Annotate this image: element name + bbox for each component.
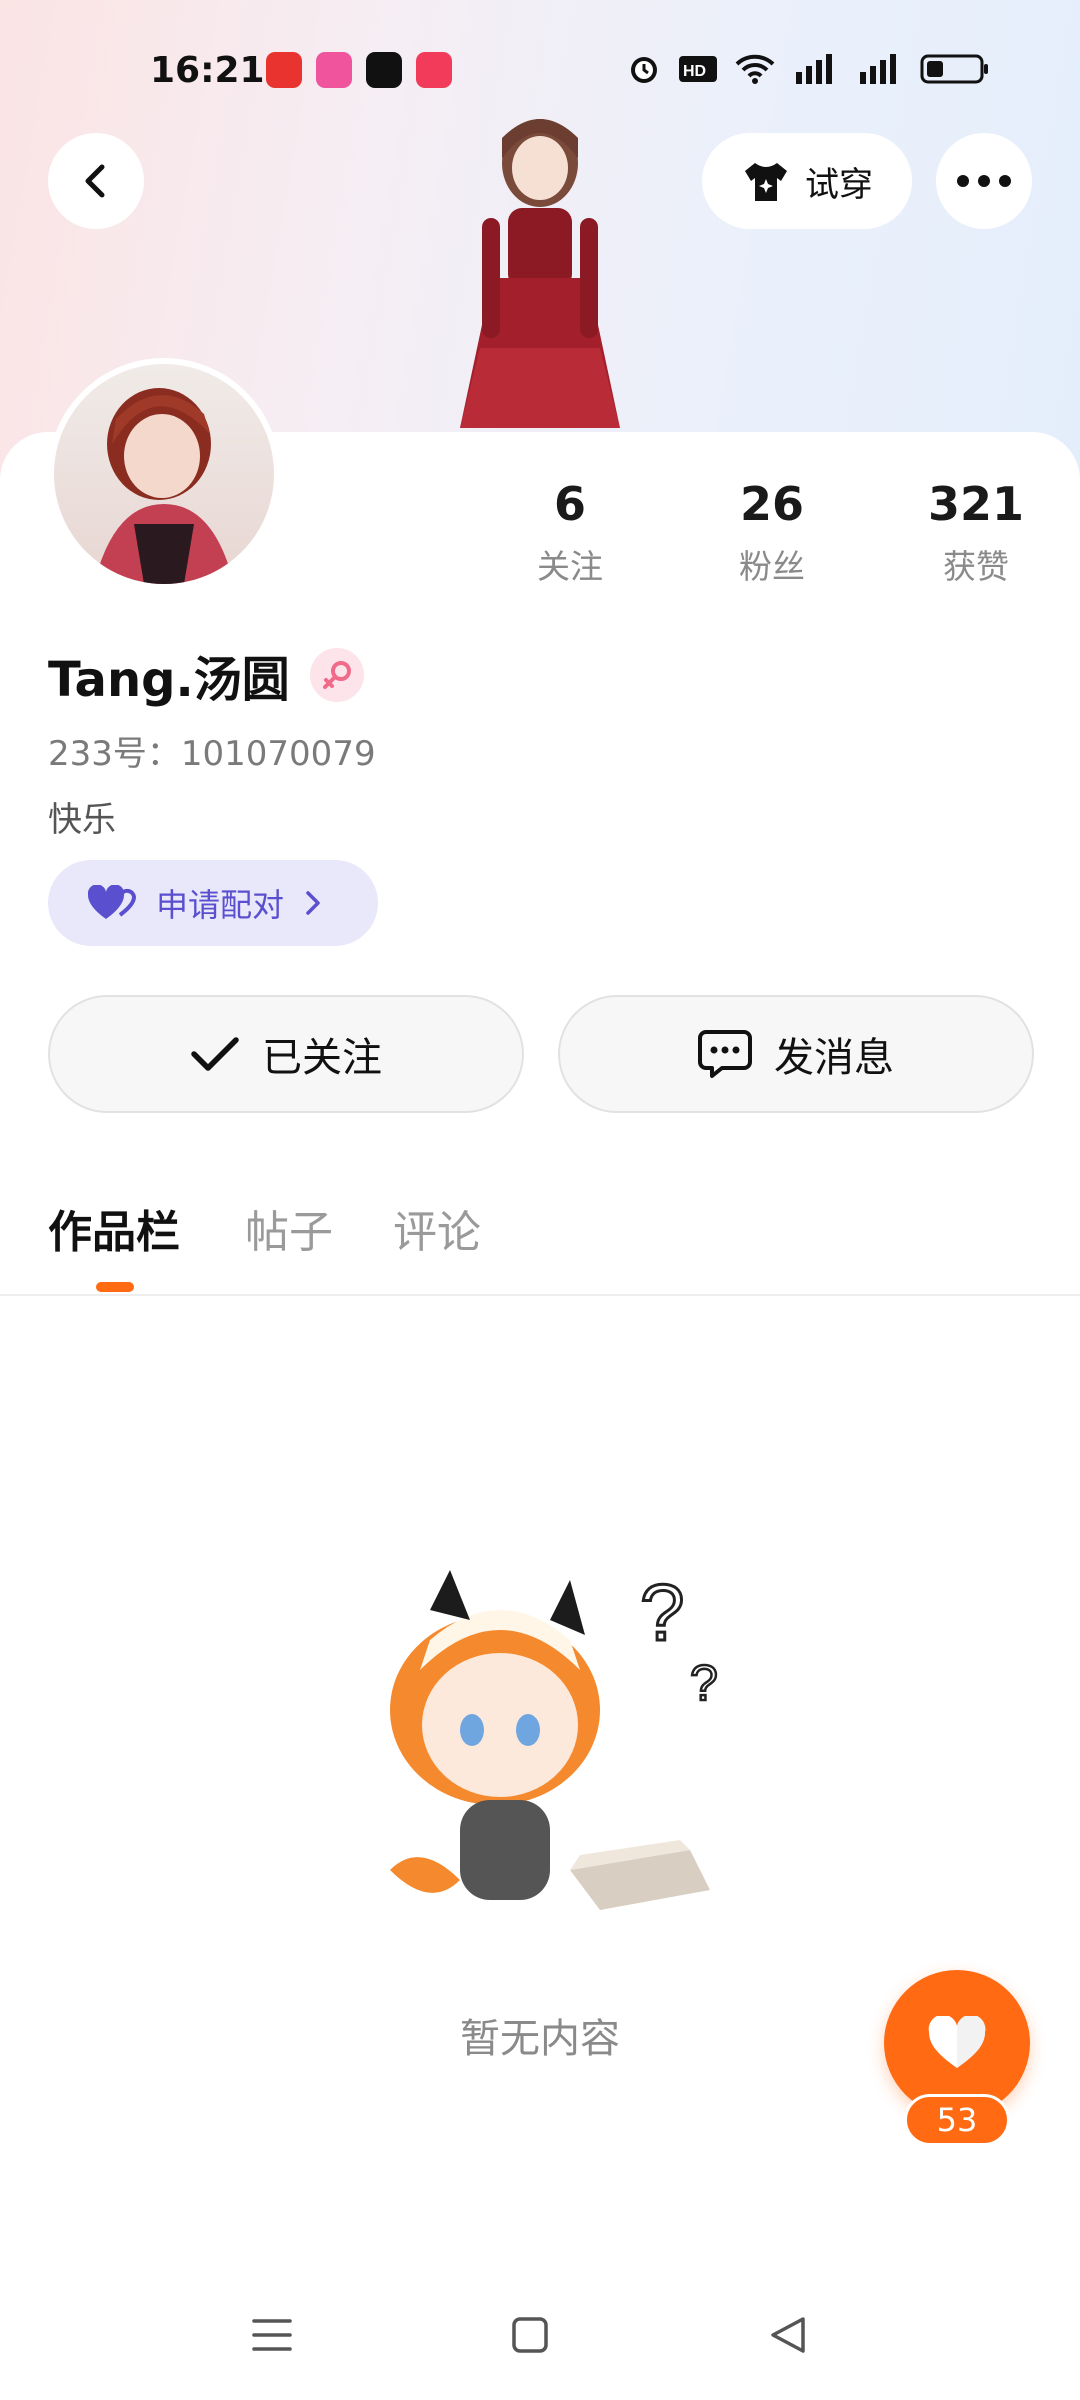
app-notification-icon	[366, 52, 402, 88]
user-bio: 快乐	[48, 800, 116, 840]
tab-comments[interactable]: 评论	[393, 1196, 481, 1260]
chat-bubble-icon	[698, 1030, 752, 1078]
female-gender-badge	[309, 648, 364, 702]
likes-count: 321	[927, 477, 1025, 531]
wifi-icon	[735, 54, 775, 84]
followers-count: 26	[739, 477, 804, 531]
more-button[interactable]	[936, 133, 1032, 229]
chevron-left-icon	[85, 164, 105, 198]
request-pair-label: 申请配对	[156, 886, 285, 924]
active-tab-indicator	[96, 1282, 134, 1292]
user-id: 233号：101070079	[48, 734, 376, 774]
send-message-button[interactable]: 发消息	[558, 995, 1034, 1113]
female-icon	[322, 661, 351, 689]
likes-label: 获赞	[943, 547, 1009, 586]
followed-label: 已关注	[262, 1035, 382, 1081]
following-count: 6	[553, 477, 586, 531]
stat-likes[interactable]: 321 获赞	[896, 476, 1056, 588]
svg-text:?: ?	[640, 1568, 685, 1657]
nav-home-button[interactable]	[500, 2310, 560, 2360]
try-on-label: 试穿	[805, 164, 873, 205]
more-dots-icon	[957, 175, 1011, 187]
notification-icons	[266, 52, 452, 88]
back-button[interactable]	[48, 133, 144, 229]
hd-icon: HD	[679, 56, 717, 82]
svg-text:?: ?	[690, 1655, 718, 1711]
following-label: 关注	[537, 547, 603, 586]
signal-5g-icon	[796, 54, 832, 84]
app-notification-icon	[316, 52, 352, 88]
send-message-label: 发消息	[774, 1035, 894, 1081]
profile-avatar[interactable]	[48, 358, 280, 590]
svg-text:HD: HD	[683, 63, 706, 80]
stats-row: 6 关注 26 粉丝 321 获赞	[490, 476, 1050, 586]
stat-followers[interactable]: 26 粉丝	[692, 476, 852, 588]
tab-posts[interactable]: 帖子	[245, 1196, 333, 1260]
followers-label: 粉丝	[739, 547, 805, 586]
alarm-icon	[631, 57, 657, 83]
nav-back-button[interactable]	[758, 2310, 818, 2360]
stat-following[interactable]: 6 关注	[490, 476, 650, 588]
username: Tang.汤圆	[48, 652, 290, 708]
check-icon	[191, 1037, 239, 1071]
empty-state-illustration: ? ?	[360, 1550, 760, 1950]
try-on-button[interactable]: 试穿	[702, 133, 912, 229]
followed-button[interactable]: 已关注	[48, 995, 524, 1113]
chevron-right-icon	[306, 891, 320, 915]
triangle-back-icon	[771, 2317, 805, 2353]
request-pair-button[interactable]: 申请配对	[48, 860, 378, 946]
heart-icon	[928, 2016, 986, 2068]
status-bar: 16:21 HD	[0, 40, 1080, 104]
like-count-badge: 53	[904, 2094, 1010, 2146]
app-notification-icon	[416, 52, 452, 88]
tshirt-icon	[745, 163, 787, 201]
signal-5g-icon	[860, 54, 896, 84]
avatar-figure	[420, 108, 660, 438]
username-row: Tang.汤圆	[48, 640, 364, 710]
tabs-divider	[0, 1294, 1080, 1296]
nav-menu-button[interactable]	[242, 2310, 302, 2360]
home-square-icon	[512, 2317, 548, 2353]
battery-icon	[920, 54, 988, 84]
status-indicators: HD	[626, 50, 990, 86]
tab-works[interactable]: 作品栏	[48, 1196, 180, 1260]
menu-icon	[252, 2319, 292, 2351]
app-notification-icon	[266, 52, 302, 88]
status-time: 16:21	[150, 50, 265, 91]
avatar-image	[54, 364, 274, 584]
system-nav-bar	[0, 2290, 1080, 2380]
double-heart-icon	[88, 885, 137, 919]
content-tabs: 作品栏 帖子 评论	[0, 1196, 1080, 1296]
